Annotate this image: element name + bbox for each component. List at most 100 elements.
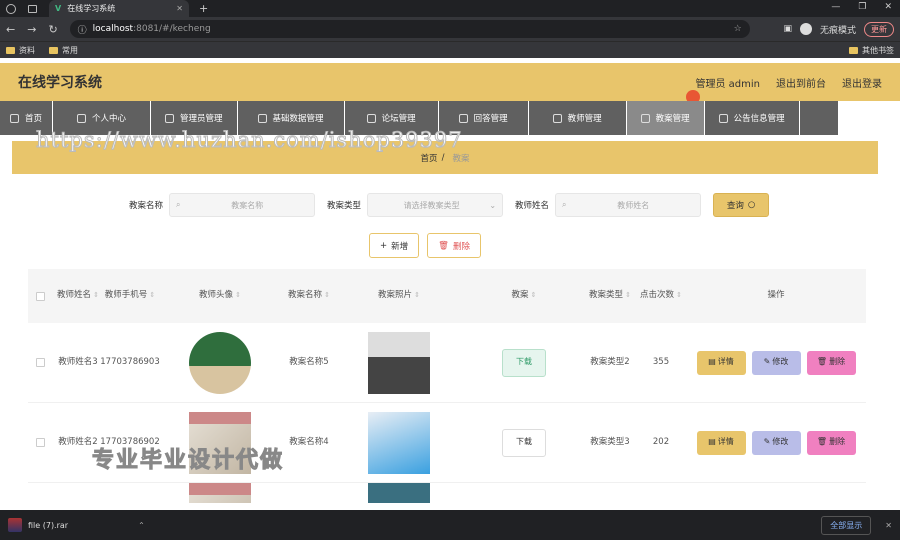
minimize-icon[interactable]: — — [831, 2, 840, 12]
tab-overview-icon[interactable] — [28, 4, 37, 13]
sort-icon: ⇕ — [93, 291, 99, 300]
batch-delete-button[interactable]: 🗑 删除 — [427, 233, 481, 258]
reload-icon[interactable]: ↻ — [48, 23, 57, 36]
delete-button[interactable]: 🗑 删除 — [806, 430, 856, 455]
plan-type-select[interactable]: 请选择教案类型 ⌄ — [367, 193, 504, 217]
download-file-name[interactable]: file (7).rar — [28, 521, 68, 530]
delete-button[interactable]: 🗑 删除 — [806, 350, 856, 375]
watermark-url: https://www.huzhan.com/ishop39397 — [36, 128, 463, 153]
add-button[interactable]: + 新增 — [369, 233, 420, 258]
show-all-button[interactable]: 全部显示 — [821, 515, 872, 535]
clicks-cell: 355 — [652, 356, 670, 367]
type-label: 教案类型 — [327, 201, 362, 211]
folder-icon — [849, 46, 858, 54]
sort-icon: ⇕ — [676, 291, 682, 300]
plan-type-cell: 教案类型3 — [590, 436, 630, 447]
menu-notices[interactable]: 公告信息管理 — [705, 101, 800, 135]
plan-type-cell: 教案类型2 — [590, 356, 630, 367]
plan-photo-image[interactable] — [368, 331, 430, 394]
current-user: 管理员 admin — [695, 78, 760, 90]
col-clicks[interactable]: 点击次数 ⇕ — [636, 289, 686, 303]
folder-icon — [6, 46, 15, 54]
edit-button[interactable]: ✎ 修改 — [751, 350, 801, 375]
breadcrumb-home[interactable]: 首页 — [421, 152, 438, 164]
teacher-name-input[interactable]: ⌕ 教师姓名 — [555, 193, 702, 217]
plan-photo-image[interactable] — [368, 483, 430, 503]
watermark-text: 专业毕业设计代做 — [91, 448, 285, 474]
pencil-icon: ✎ — [763, 437, 771, 447]
back-to-front-link[interactable]: 退出到前台 — [776, 75, 826, 90]
search-icon: ⌕ — [176, 200, 181, 209]
browser-menu-icon[interactable] — [6, 3, 16, 14]
sort-icon: ⇕ — [149, 291, 156, 300]
forward-icon[interactable]: → — [27, 23, 36, 36]
row-checkbox[interactable] — [35, 438, 45, 447]
url-path: :8081/#/kecheng — [133, 24, 211, 34]
incognito-icon — [799, 23, 812, 35]
detail-button[interactable]: ▤ 详情 — [696, 430, 746, 455]
sidebar-icon[interactable]: ▣ — [783, 24, 792, 34]
sort-icon: ⇕ — [414, 291, 420, 300]
col-teacher[interactable]: 教师姓名 ⇕ — [52, 289, 104, 303]
teacher-label: 教师姓名 — [515, 201, 550, 211]
rar-file-icon — [8, 518, 22, 532]
other-bookmarks[interactable]: 其他书签 — [849, 45, 894, 56]
col-phone[interactable]: 教师手机号 ⇕ — [104, 289, 156, 303]
back-icon[interactable]: ← — [6, 23, 15, 36]
url-field[interactable]: ⓘ localhost :8081/#/kecheng ☆ — [69, 20, 750, 38]
plan-photo-image[interactable] — [368, 411, 430, 474]
new-tab-icon[interactable]: + — [199, 2, 208, 15]
table-row: 教师姓名3 17703786903 教案名称5 下载 教案类型2 355 ▤ 详情… — [28, 323, 866, 403]
sort-icon: ⇕ — [324, 291, 330, 300]
plan-name-input[interactable]: ⌕ 教案名称 — [169, 193, 316, 217]
col-plan-photo[interactable]: 教案照片 ⇕ — [334, 289, 464, 303]
tab-title: 在线学习系统 — [67, 4, 116, 13]
tab-close-icon[interactable]: ✕ — [176, 4, 183, 13]
phone-cell: 17703786903 — [100, 356, 160, 367]
clicks-cell: 202 — [652, 436, 670, 447]
teacher-avatar-image[interactable] — [189, 331, 251, 394]
home-icon — [10, 113, 19, 123]
col-plan-file[interactable]: 教案 ⇕ — [464, 289, 584, 303]
name-label: 教案名称 — [129, 201, 164, 211]
menu-teachers[interactable]: 教师管理 — [529, 101, 627, 135]
sort-icon: ⇕ — [625, 291, 631, 300]
plus-icon: + — [380, 240, 388, 251]
detail-button[interactable]: ▤ 详情 — [696, 350, 746, 375]
doc-icon — [458, 113, 468, 123]
close-icon[interactable]: ✕ — [885, 521, 892, 530]
restore-icon[interactable]: ❐ — [858, 2, 866, 12]
update-button[interactable]: 更新 — [864, 21, 894, 37]
site-info-icon[interactable]: ⓘ — [78, 23, 87, 36]
teacher-avatar-image[interactable] — [189, 483, 251, 503]
expand-icon — [366, 113, 376, 123]
doc-icon: ▤ — [708, 357, 716, 367]
edit-button[interactable]: ✎ 修改 — [751, 430, 801, 455]
window-close-icon[interactable]: ✕ — [884, 2, 892, 12]
search-icon: ○ — [747, 200, 756, 210]
download-button[interactable]: 下载 — [502, 428, 546, 457]
window-controls: — ❐ ✕ — [831, 2, 892, 12]
bookmark-star-icon[interactable]: ☆ — [734, 24, 742, 34]
menu-lesson-plans[interactable]: 教案管理 — [626, 101, 705, 135]
pencil-icon: ✎ — [763, 357, 771, 367]
col-avatar[interactable]: 教师头像 ⇕ — [156, 289, 284, 303]
chevron-down-icon: ⌄ — [489, 200, 497, 210]
bookmark-folder[interactable]: 资料 — [6, 45, 35, 56]
browser-tab[interactable]: V 在线学习系统 ✕ — [49, 0, 189, 17]
select-all-checkbox[interactable] — [35, 291, 45, 301]
chevron-up-icon[interactable]: ⌃ — [138, 521, 145, 530]
col-plan-type[interactable]: 教案类型 ⇕ — [584, 289, 636, 303]
trash-icon: 🗑 — [816, 437, 828, 447]
breadcrumb-separator: / — [441, 152, 445, 163]
query-button[interactable]: 查询 ○ — [713, 193, 770, 217]
row-checkbox[interactable] — [35, 358, 45, 367]
bookmark-folder[interactable]: 常用 — [49, 45, 78, 56]
sort-icon: ⇕ — [235, 291, 241, 300]
col-plan-name[interactable]: 教案名称 ⇕ — [284, 289, 334, 303]
chat-icon — [552, 113, 562, 123]
sort-icon: ⇕ — [530, 291, 537, 300]
breadcrumb-current: 教案 — [452, 153, 470, 164]
download-button[interactable]: 下载 — [502, 348, 546, 377]
logout-link[interactable]: 退出登录 — [842, 75, 882, 90]
